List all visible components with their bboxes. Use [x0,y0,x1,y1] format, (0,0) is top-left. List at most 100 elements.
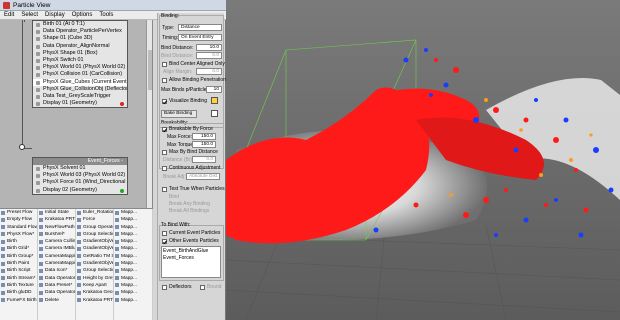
operator-row[interactable]: Data Test_GreyScaleTrigger [33,93,127,100]
depot-item[interactable]: Krakatoa PRT Lo... [76,297,113,304]
binding-color-swatch[interactable] [211,97,218,104]
depot-item[interactable]: GetRatio TM Speed [76,253,113,260]
3d-viewport[interactable] [226,0,620,320]
depot-item[interactable]: Mapp... [114,245,152,252]
bake-color-swatch[interactable] [211,110,218,117]
depot-item[interactable]: Birth Texture [0,282,37,289]
depot-item[interactable]: Krakatoa PRT Bi... [38,216,75,223]
menu-tools[interactable]: Tools [99,12,113,18]
depot-item[interactable]: PhysX Flow* [0,231,37,238]
depot-item[interactable]: Mapp... [114,260,152,267]
bind-option[interactable]: Bind [169,194,179,200]
operator-row[interactable]: PhysX Shape 01 (Box) [33,50,127,57]
max-by-distance-checkbox[interactable] [162,150,167,155]
depot-item[interactable]: Mapp... [114,209,152,216]
visualize-binding-checkbox[interactable] [162,99,167,104]
depot-item[interactable]: Camera Culling [38,238,75,245]
depot-item[interactable]: Mapp... [114,267,152,274]
event-header[interactable]: Event_Forces ◦ [33,158,127,165]
depot-item[interactable]: GradientObjVe... [76,245,113,252]
depot-item[interactable]: Group Selection [76,231,113,238]
scroll-thumb[interactable] [148,50,152,90]
depot-item[interactable]: Standard Flow [0,224,37,231]
event-list-item[interactable]: Event_Forces [163,255,194,261]
depot-item[interactable]: Height by Greys... [76,275,113,282]
depot-item[interactable]: Keep Apart [76,282,113,289]
current-event-checkbox[interactable] [162,231,167,236]
depot-item[interactable]: Mapp... [114,253,152,260]
operator-row[interactable]: PhysX World 01 (PhysX World 02) [33,64,127,71]
operator-row[interactable]: PhysX Glue_Cubes (Current Event) [33,78,127,86]
depot-item[interactable]: Mapp... [114,275,152,282]
event-birth-and-glue[interactable]: Birth 01 (At 0 T:1) Data Operator_Particl… [32,20,128,109]
depot-item[interactable]: CameraMapping... [38,260,75,267]
depot-item[interactable]: Birth Group* [0,253,37,260]
operator-row[interactable]: PhysX Switch 01 [33,57,127,64]
bound-checkbox[interactable] [200,285,205,290]
operator-row[interactable]: Data Operator_AlignNormal [33,43,127,50]
depot-item[interactable]: BurstVel* [38,231,75,238]
event-link-dot-icon[interactable] [19,144,25,150]
max-force-spinner[interactable]: 150.0 [192,133,216,140]
operator-row[interactable]: Data Operator_ParticlePerVertex [33,28,127,35]
break-adj-dropdown[interactable]: Absolute Dist... [186,173,220,180]
operator-row[interactable]: Display 02 (Geometry) [33,187,127,194]
depot-item[interactable]: Data Operator... [38,289,75,296]
operator-row[interactable]: PhysX Solvent 01 [33,165,127,172]
depot-item[interactable]: Initial State [38,209,75,216]
depot-item[interactable]: Birth Script [0,267,37,274]
operator-row[interactable]: PhysX Force 01 (Wind_Directional x1) [33,179,127,186]
other-events-checkbox[interactable] [162,239,167,244]
max-binds-spinner[interactable]: 10 [206,86,222,93]
depot-item[interactable]: Mapp... [114,297,152,304]
depot-item[interactable]: Birth Grid* [0,245,37,252]
operator-row[interactable]: PhysX Glue_CollisionObj (Deflectors: Car… [33,86,127,93]
particle-graph[interactable]: Birth 01 (At 0 T:1) Data Operator_Particl… [0,20,153,208]
depot-item[interactable]: Data Preset* [38,282,75,289]
operator-row[interactable]: PhysX Collision 01 (CarCollision) [33,71,127,78]
depot-item[interactable]: Mapp... [114,231,152,238]
depot-item[interactable]: Mapp... [114,224,152,231]
bind-distance-ratio-spinner[interactable]: 0.0 [196,52,222,59]
event-list-item[interactable]: Event_BirthAndGlue [163,248,208,254]
depot-item[interactable]: Birth gluDD [0,289,37,296]
graph-scrollbar[interactable] [146,20,152,208]
depot-item[interactable]: Krakatoa Geome... [76,289,113,296]
deflectors-checkbox[interactable] [162,285,167,290]
depot-item[interactable]: NewFlowPathBi... [38,224,75,231]
depot-item[interactable]: Data Icon* [38,267,75,274]
depot-item[interactable]: Birth [0,238,37,245]
allow-penetration-checkbox[interactable] [162,78,167,83]
depot-item[interactable]: Force [76,216,113,223]
depot-item[interactable]: Empty Flow [0,216,37,223]
test-true-checkbox[interactable] [162,187,167,192]
bake-binding-button[interactable]: Bake Binding [161,110,197,118]
operator-row[interactable]: Display 01 (Geometry) [33,100,127,107]
break-all-option[interactable]: Break All Bindings [169,208,209,214]
depot-item[interactable]: Group Selection [76,267,113,274]
max-torque-spinner[interactable]: 150.0 [192,141,216,148]
depot-item[interactable]: Euler_Rotation B... [76,209,113,216]
distance-spinner[interactable]: 0.0 [192,156,216,163]
bind-distance-spinner[interactable]: 10.0 [196,44,222,51]
event-forces[interactable]: Event_Forces ◦ PhysX Solvent 01 PhysX Worl… [32,157,128,195]
operator-row[interactable]: Shape 01 (Cube 3D) [33,35,127,42]
operator-row[interactable]: Birth 01 (At 0 T:1) [33,21,127,28]
depot-item[interactable]: CameraMapping... [38,253,75,260]
depot-item[interactable]: GradientObjVe... [76,260,113,267]
type-dropdown[interactable]: Distance [178,24,222,31]
depot-item[interactable]: Preset Flow [0,209,37,216]
depot-item[interactable]: Delete [38,297,75,304]
depot-item[interactable]: Birth Paint [0,260,37,267]
timing-dropdown[interactable]: On Event Entry [178,34,222,41]
menu-select[interactable]: Select [21,12,38,18]
align-margin-spinner[interactable]: 0.0 [196,68,222,75]
menu-display[interactable]: Display [45,12,65,18]
depot-item[interactable]: Mapp... [114,216,152,223]
break-any-option[interactable]: Break Any Binding [169,201,210,207]
depot-item[interactable]: Mapp... [114,282,152,289]
depot-item[interactable]: Birth Stream* [0,275,37,282]
depot-item[interactable]: Mapp... [114,289,152,296]
bind-center-checkbox[interactable] [162,62,167,67]
depot-item[interactable]: GradientObjVe... [76,238,113,245]
